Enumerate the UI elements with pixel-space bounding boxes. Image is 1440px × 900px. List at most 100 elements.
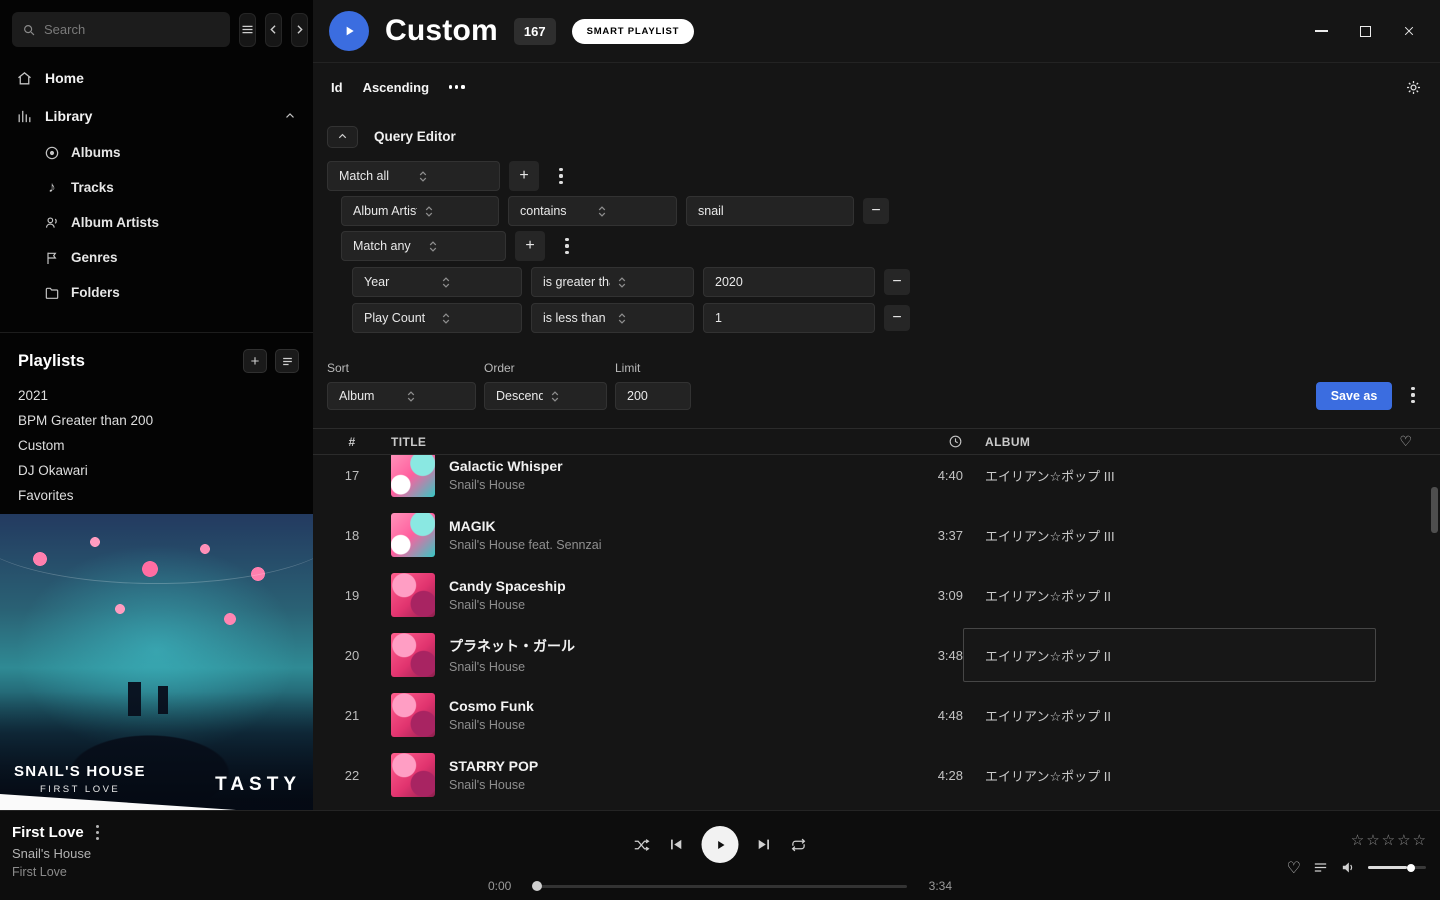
root-match-select[interactable]: Match all xyxy=(327,161,500,191)
queue-button[interactable] xyxy=(1312,859,1329,876)
rule-field-select[interactable]: Play Count xyxy=(352,303,522,333)
limit-field[interactable] xyxy=(615,382,691,410)
track-album[interactable]: エイリアン☆ポップ II xyxy=(963,586,1386,605)
playlist-item[interactable]: DJ Okawari xyxy=(18,458,313,483)
next-button[interactable] xyxy=(756,836,773,853)
track-row[interactable]: 17 Galactic Whisper Snail's House 4:40 エ… xyxy=(313,455,1440,505)
track-artist[interactable]: Snail's House xyxy=(449,660,575,674)
header-title[interactable]: TITLE xyxy=(377,435,843,449)
track-row[interactable]: 18 MAGIK Snail's House feat. Sennzai 3:3… xyxy=(313,505,1440,565)
album-cell-focused[interactable]: エイリアン☆ポップ II xyxy=(963,628,1376,682)
sidebar-item-genres[interactable]: Genres xyxy=(0,240,313,275)
playlist-item[interactable]: Favorites xyxy=(18,483,313,508)
save-menu-icon[interactable] xyxy=(1400,380,1426,410)
more-options-icon[interactable] xyxy=(449,85,465,88)
remove-rule-button[interactable]: − xyxy=(884,269,910,295)
chevron-up-icon[interactable] xyxy=(283,109,297,123)
header-duration[interactable] xyxy=(843,434,963,449)
favorite-button[interactable]: ♡ xyxy=(1287,858,1301,877)
rule-value-field[interactable] xyxy=(686,196,854,226)
rule-operator-select[interactable]: is greater than xyxy=(531,267,694,297)
volume-slider[interactable] xyxy=(1368,866,1426,869)
now-playing-artist[interactable]: Snail's House xyxy=(12,846,99,861)
track-artist[interactable]: Snail's House xyxy=(449,718,534,732)
track-artist[interactable]: Snail's House xyxy=(449,478,563,492)
track-artist[interactable]: Snail's House xyxy=(449,778,538,792)
track-row[interactable]: 22 STARRY POP Snail's House 4:28 エイリアン☆ポ… xyxy=(313,745,1440,805)
header-album[interactable]: ALBUM xyxy=(963,435,1386,449)
search-box[interactable] xyxy=(12,12,230,47)
track-album[interactable]: エイリアン☆ポップ III xyxy=(963,526,1386,545)
rule-field-select[interactable]: Year xyxy=(352,267,522,297)
order-select[interactable]: Descending xyxy=(484,382,607,410)
remove-rule-button[interactable]: − xyxy=(884,305,910,331)
star-icon[interactable]: ☆ xyxy=(1351,831,1364,849)
shuffle-button[interactable] xyxy=(633,836,651,854)
volume-button[interactable] xyxy=(1340,859,1357,876)
settings-button[interactable] xyxy=(1405,79,1422,96)
sidebar-item-library[interactable]: Library xyxy=(0,97,313,135)
menu-button[interactable] xyxy=(239,13,256,47)
add-rule-button[interactable]: + xyxy=(515,231,545,261)
rule-value-input[interactable] xyxy=(698,204,842,218)
star-icon[interactable]: ☆ xyxy=(1382,831,1395,849)
minimize-button[interactable] xyxy=(1306,16,1336,46)
rule-value-input[interactable] xyxy=(715,275,863,289)
star-icon[interactable]: ☆ xyxy=(1366,831,1379,849)
play-pause-button[interactable] xyxy=(702,826,739,863)
playlist-item[interactable]: Custom xyxy=(18,433,313,458)
seek-handle[interactable] xyxy=(532,881,542,891)
track-artist[interactable]: Snail's House xyxy=(449,598,566,612)
playlist-list-button[interactable] xyxy=(275,349,299,373)
track-row[interactable]: 20 プラネット・ガール Snail's House 3:48 エイリアン☆ポッ… xyxy=(313,625,1440,685)
sort-direction-button[interactable]: Ascending xyxy=(363,80,429,95)
track-row[interactable]: 19 Candy Spaceship Snail's House 3:09 エイ… xyxy=(313,565,1440,625)
remove-rule-button[interactable]: − xyxy=(863,198,889,224)
group-match-select[interactable]: Match any xyxy=(341,231,506,261)
rule-value-field[interactable] xyxy=(703,303,875,333)
rule-operator-select[interactable]: contains xyxy=(508,196,677,226)
rule-operator-select[interactable]: is less than xyxy=(531,303,694,333)
track-artist[interactable]: Snail's House feat. Sennzai xyxy=(449,538,601,552)
sidebar-item-tracks[interactable]: ♪ Tracks xyxy=(0,170,313,205)
track-album[interactable]: エイリアン☆ポップ II xyxy=(963,766,1386,785)
playlist-item[interactable]: 2021 xyxy=(18,383,313,408)
volume-handle[interactable] xyxy=(1407,864,1415,872)
sidebar-item-album-artists[interactable]: Album Artists xyxy=(0,205,313,240)
sidebar-item-folders[interactable]: Folders xyxy=(0,275,313,310)
rule-group-menu-icon[interactable] xyxy=(554,231,580,261)
play-playlist-button[interactable] xyxy=(329,11,369,51)
star-icon[interactable]: ☆ xyxy=(1413,831,1426,849)
track-album[interactable]: エイリアン☆ポップ III xyxy=(963,466,1386,485)
star-icon[interactable]: ☆ xyxy=(1397,831,1410,849)
search-input[interactable] xyxy=(44,22,220,37)
scrollbar-thumb[interactable] xyxy=(1431,487,1438,533)
rule-group-menu-icon[interactable] xyxy=(548,161,574,191)
header-favorite[interactable]: ♡ xyxy=(1386,433,1426,450)
playlist-item[interactable]: BPM Greater than 200 xyxy=(18,408,313,433)
rule-field-select[interactable]: Album Artist xyxy=(341,196,499,226)
rule-value-input[interactable] xyxy=(715,311,863,325)
rule-value-field[interactable] xyxy=(703,267,875,297)
limit-input[interactable] xyxy=(627,389,679,403)
header-index[interactable]: # xyxy=(327,435,377,449)
track-row[interactable]: 21 Cosmo Funk Snail's House 4:48 エイリアン☆ポ… xyxy=(313,685,1440,745)
add-playlist-button[interactable]: + xyxy=(243,349,267,373)
sidebar-item-home[interactable]: Home xyxy=(0,59,313,97)
now-playing-album[interactable]: First Love xyxy=(12,865,99,879)
collapse-query-editor-button[interactable] xyxy=(327,126,358,148)
nav-forward-button[interactable] xyxy=(291,13,308,47)
save-as-button[interactable]: Save as xyxy=(1316,382,1392,410)
maximize-button[interactable] xyxy=(1350,16,1380,46)
nav-back-button[interactable] xyxy=(265,13,282,47)
now-playing-artwork[interactable]: SNAIL'S HOUSE FIRST LOVE TASTY xyxy=(0,514,313,810)
sort-field-button[interactable]: Id xyxy=(331,80,343,95)
track-album[interactable]: エイリアン☆ポップ II xyxy=(963,706,1386,725)
previous-button[interactable] xyxy=(668,836,685,853)
seek-slider[interactable] xyxy=(533,885,907,888)
sidebar-item-albums[interactable]: Albums xyxy=(0,135,313,170)
close-button[interactable] xyxy=(1394,16,1424,46)
repeat-button[interactable] xyxy=(790,836,808,854)
add-rule-button[interactable]: + xyxy=(509,161,539,191)
now-playing-menu-icon[interactable] xyxy=(96,825,99,841)
